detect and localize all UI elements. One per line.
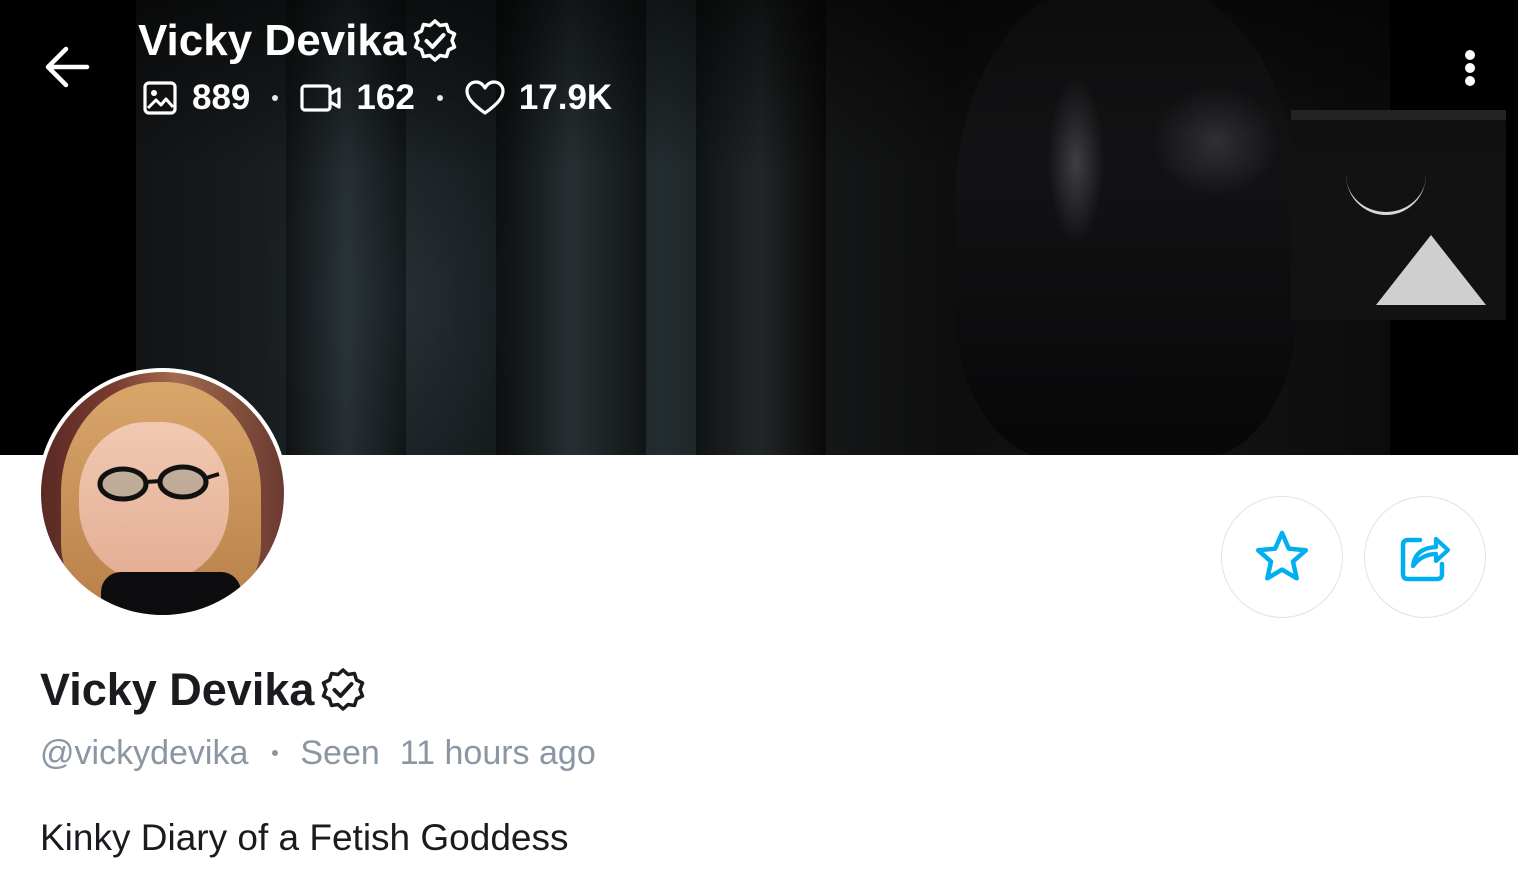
verified-badge-icon: [320, 667, 366, 713]
heart-icon: [465, 80, 505, 115]
photos-stat[interactable]: 889: [142, 78, 250, 118]
separator-dot: [272, 95, 279, 101]
more-vertical-icon: [1465, 47, 1475, 89]
share-button[interactable]: [1364, 496, 1486, 618]
profile-page: Vicky Devika 889 162 17.9K Vicky Devika …: [0, 0, 1518, 870]
header-stats: 889 162 17.9K: [142, 78, 612, 118]
likes-count: 17.9K: [518, 78, 613, 117]
seen-label: Seen: [300, 734, 380, 772]
avatar-image: [41, 372, 284, 615]
favorite-button[interactable]: [1221, 496, 1343, 618]
videos-stat[interactable]: 162: [300, 78, 415, 118]
likes-stat: 17.9K: [465, 78, 612, 118]
image-icon: [143, 81, 177, 115]
more-options-button[interactable]: [1440, 36, 1500, 100]
star-icon: [1255, 530, 1309, 581]
back-button[interactable]: [30, 30, 104, 104]
seen-time: 11 hours ago: [399, 734, 596, 772]
photos-count: 889: [192, 78, 251, 117]
videos-count: 162: [356, 78, 415, 117]
verified-badge-icon: [412, 18, 458, 64]
avatar[interactable]: [37, 368, 288, 619]
share-icon: [1400, 536, 1451, 582]
header-name-text: Vicky Devika: [138, 16, 407, 65]
arrow-left-icon: [45, 46, 90, 88]
video-icon: [300, 84, 342, 112]
username: @vickydevika: [40, 734, 249, 772]
profile-meta: @vickydevika Seen 11 hours ago: [40, 732, 596, 774]
separator-dot: [272, 750, 279, 756]
profile-name-text: Vicky Devika: [40, 664, 315, 715]
separator-dot: [436, 95, 443, 101]
profile-name: Vicky Devika: [40, 662, 366, 718]
header-title: Vicky Devika: [138, 14, 458, 68]
profile-bio: Kinky Diary of a Fetish Goddess: [40, 817, 569, 858]
